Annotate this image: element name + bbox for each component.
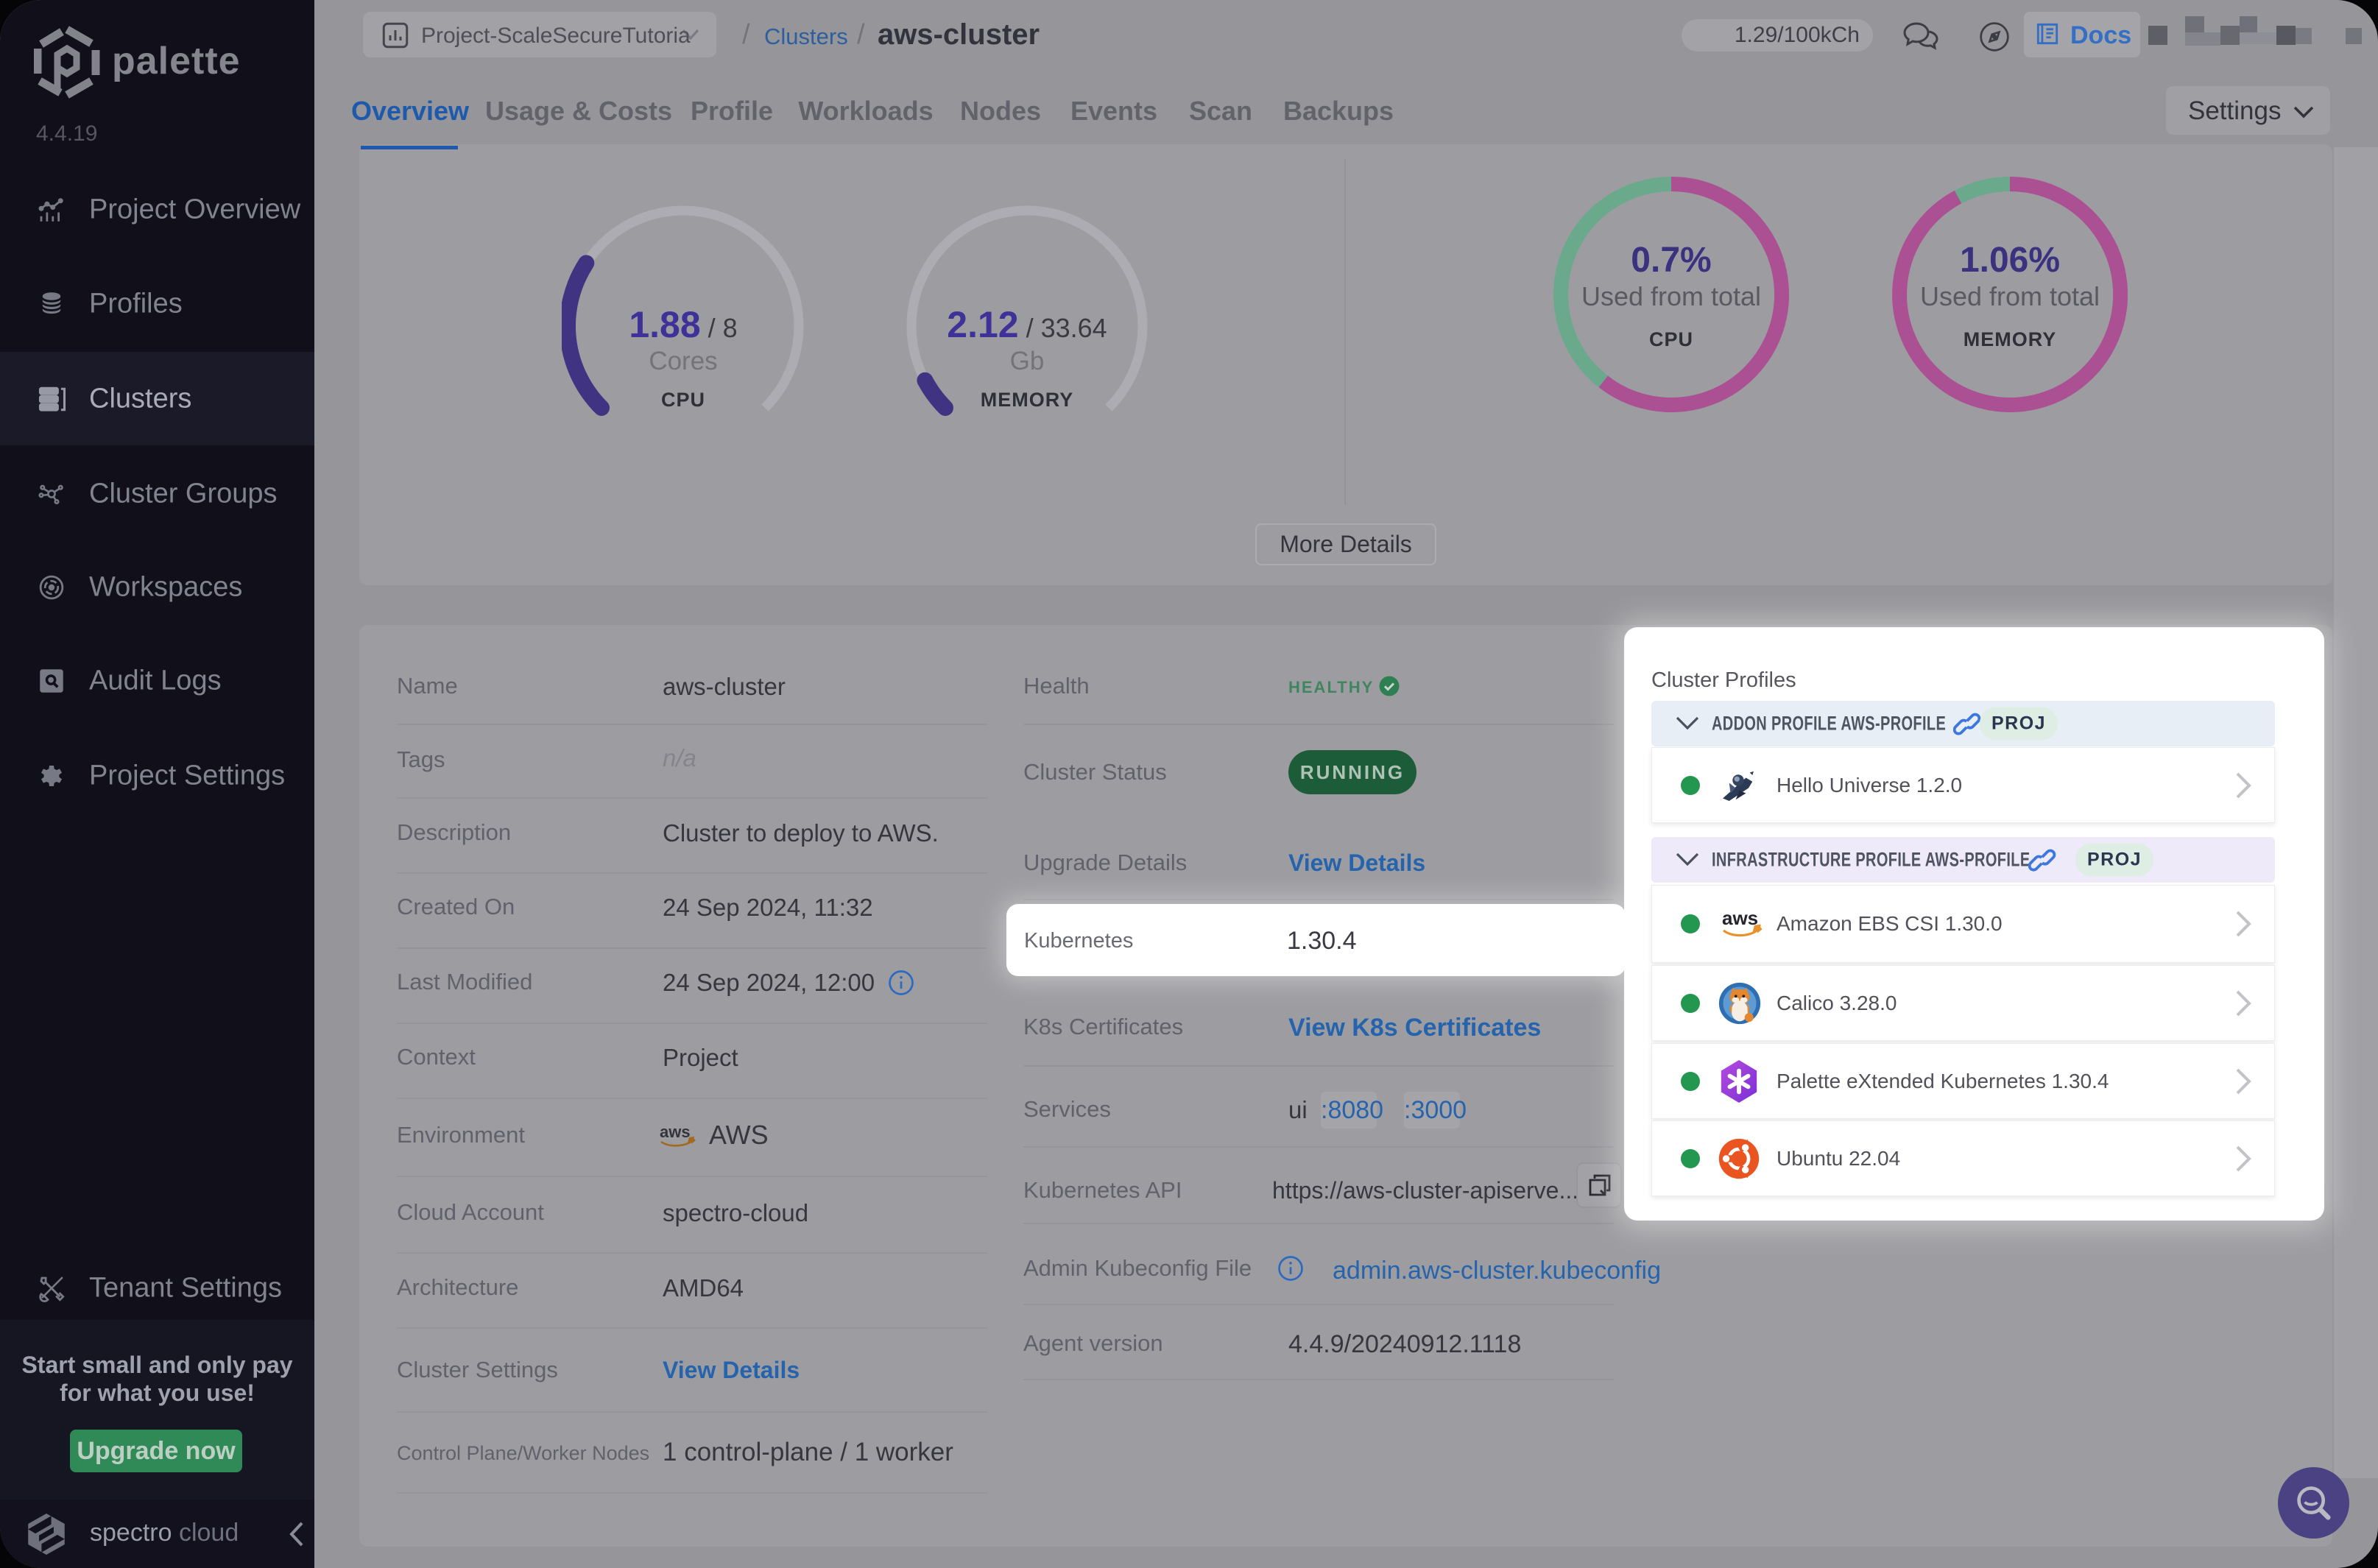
svg-text:aws: aws — [660, 1123, 691, 1141]
svg-text:aws: aws — [1722, 907, 1758, 929]
